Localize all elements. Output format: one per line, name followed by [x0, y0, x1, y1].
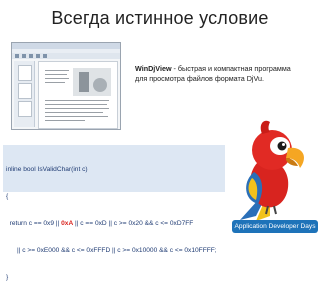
page-text-line: [45, 112, 103, 113]
code-line-3-before: return c == 0x9 ||: [6, 220, 62, 227]
windjview-screenshot: [11, 42, 121, 130]
code-line-2: {: [6, 193, 9, 200]
description-line-1-rest: - быстрая и компактная программа: [171, 64, 291, 73]
page-text-line: [45, 120, 85, 121]
toolbar-button-icon: [22, 54, 26, 58]
app-document-page: [38, 61, 118, 129]
code-line-5: }: [6, 274, 9, 281]
conference-badge: Application Developer Days: [232, 220, 318, 233]
page-text-line: [45, 104, 107, 105]
description-line-1: WinDjView - быстрая и компактная програм…: [135, 64, 320, 74]
app-thumbnail-sidebar: [14, 61, 35, 127]
code-line-4: || c >= 0xE000 && c <= 0xFFFD || c >= 0x…: [6, 247, 217, 254]
page-text-line: [45, 74, 67, 75]
code-line-1: inline bool IsValidChar(int c): [6, 166, 88, 173]
app-name: WinDjView: [135, 64, 172, 73]
page-text-line: [45, 82, 65, 83]
code-line-3: return c == 0x9 || 0xA || c == 0xD || c …: [6, 219, 222, 228]
app-description: WinDjView - быстрая и компактная програм…: [135, 64, 320, 84]
code-highlight: 0xA: [61, 220, 74, 227]
toolbar-button-icon: [29, 54, 33, 58]
page-text-line: [45, 70, 69, 71]
page-text-line: [45, 116, 108, 117]
code-line-3-after: || c == 0xD || c >= 0x20 && c <= 0xD7FF: [73, 220, 194, 227]
slide-title: Всегда истинное условие: [51, 8, 269, 28]
page-thumbnail: [18, 65, 32, 81]
page-thumbnail: [18, 101, 32, 117]
parrot-mascot-icon: [240, 120, 304, 221]
toolbar-button-icon: [36, 54, 40, 58]
page-illustration: [73, 68, 111, 96]
page-thumbnail: [18, 83, 32, 99]
page-text-line: [45, 100, 109, 101]
toolbar-button-icon: [15, 54, 19, 58]
toolbar-button-icon: [43, 54, 47, 58]
presentation-slide: Всегда истинное условие WinDjView - быст…: [0, 0, 320, 281]
page-text-line: [45, 78, 69, 79]
description-line-2: для просмотра файлов формата DjVu.: [135, 74, 265, 83]
code-block: inline bool IsValidChar(int c) { return …: [3, 145, 225, 281]
page-text-line: [45, 108, 109, 109]
